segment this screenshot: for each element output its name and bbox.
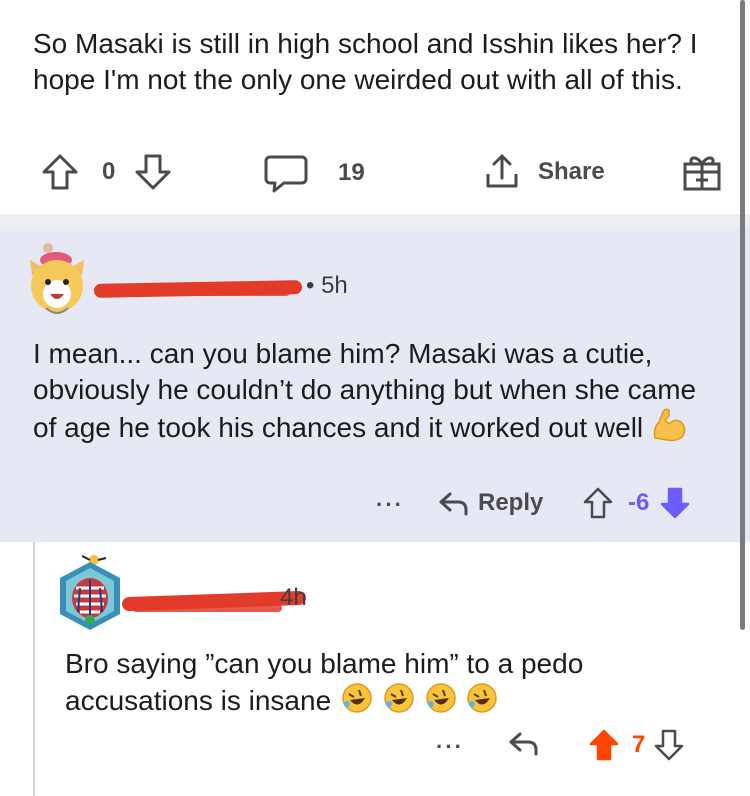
downvote-arrow-icon[interactable] — [133, 152, 173, 192]
thread-line — [33, 542, 35, 796]
post-body: So Masaki is still in high school and Is… — [33, 28, 698, 95]
flexed-biceps-icon — [651, 408, 687, 451]
award-gift-icon[interactable] — [682, 152, 722, 192]
more-options-label: ··· — [436, 734, 464, 759]
redacted-username-overlay — [110, 288, 290, 296]
redacted-username-overlay — [132, 604, 282, 612]
downvote-arrow-icon[interactable] — [653, 728, 685, 762]
reply-arrow-icon[interactable] — [508, 730, 538, 756]
meta-dot: • — [306, 272, 322, 299]
upvote-arrow-active-icon[interactable] — [588, 728, 620, 762]
share-icon — [482, 152, 522, 192]
comment-reply: 4h Bro saying ”can you blame him” to a p… — [36, 542, 750, 796]
comment-vote-bar: 7 — [588, 728, 685, 762]
upvote-arrow-icon[interactable] — [40, 152, 80, 192]
comment-body: I mean... can you blame him? Masaki was … — [33, 336, 723, 451]
downvote-arrow-active-icon[interactable] — [659, 486, 691, 520]
more-options-button[interactable]: ··· — [436, 734, 464, 760]
reply-arrow-icon — [438, 490, 468, 516]
more-options-label: ··· — [376, 492, 404, 517]
rolling-laughing-icon — [383, 682, 415, 723]
rolling-laughing-icon — [425, 682, 457, 723]
laughing-emoji-group — [339, 683, 498, 716]
reply-button[interactable]: Reply — [438, 489, 543, 517]
rolling-laughing-icon — [341, 682, 373, 723]
share-button[interactable]: Share — [482, 152, 605, 192]
scrollbar[interactable] — [740, 0, 745, 630]
comment-time: 5h — [321, 272, 348, 299]
post: So Masaki is still in high school and Is… — [0, 0, 750, 214]
comment-vote-bar: -6 — [582, 486, 691, 520]
rolling-laughing-icon — [466, 682, 498, 723]
user-avatar-icon[interactable] — [54, 554, 126, 630]
comment-bubble-icon — [264, 153, 308, 193]
comment-count: 19 — [338, 159, 365, 186]
section-divider — [0, 214, 750, 228]
comment-text: I mean... can you blame him? Masaki was … — [33, 338, 697, 443]
comment-vote-count: 7 — [632, 731, 646, 758]
comment-body: Bro saying ”can you blame him” to a pedo… — [65, 646, 725, 723]
comment-text: Bro saying ”can you blame him” to a pedo… — [65, 648, 584, 716]
comment-vote-count: -6 — [628, 489, 650, 516]
comment-timestamp: 4h — [280, 584, 307, 612]
comments-button[interactable]: 19 — [264, 153, 365, 193]
comment-timestamp: • 5h — [306, 272, 348, 300]
comment-highlighted: • 5h I mean... can you blame him? Masaki… — [0, 228, 750, 542]
user-avatar-icon[interactable] — [26, 242, 88, 318]
more-options-button[interactable]: ··· — [376, 492, 404, 518]
share-label: Share — [538, 158, 605, 185]
post-vote-bar: 0 — [40, 152, 173, 192]
upvote-arrow-icon[interactable] — [582, 486, 614, 520]
reply-label: Reply — [478, 489, 544, 516]
comment-time: 4h — [280, 584, 307, 611]
post-vote-count: 0 — [102, 158, 116, 185]
